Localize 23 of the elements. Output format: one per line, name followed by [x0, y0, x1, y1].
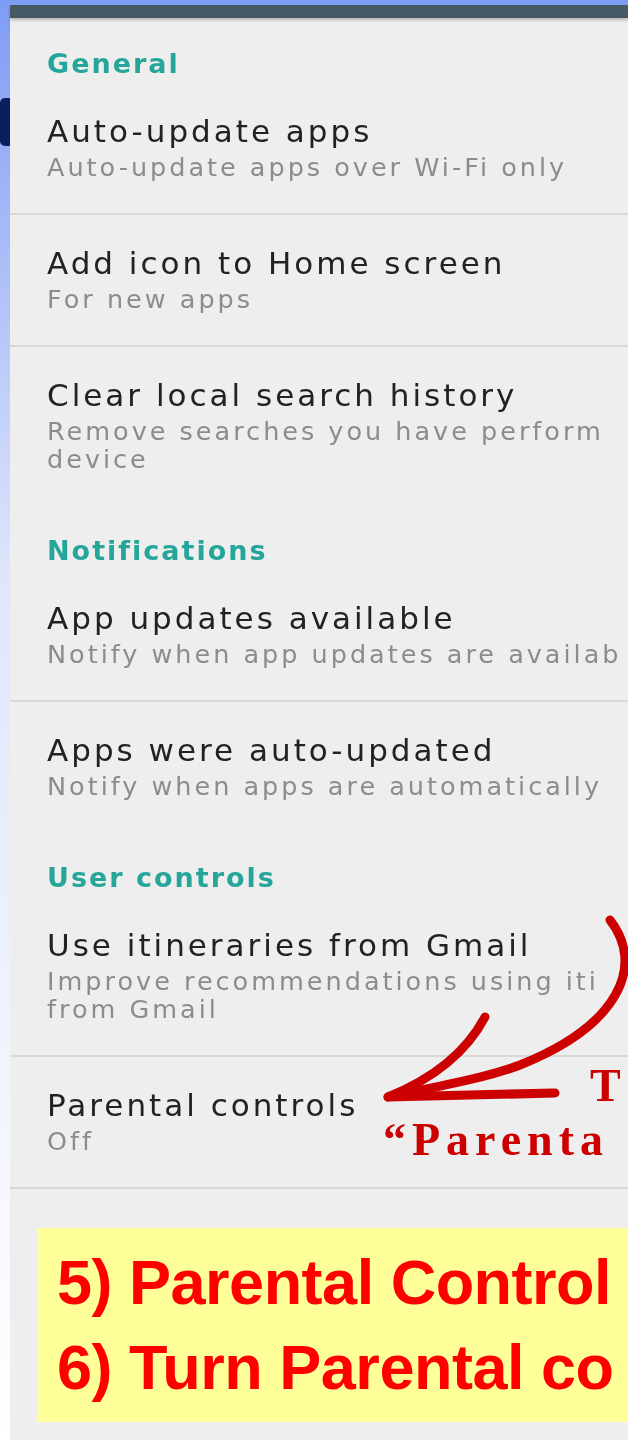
annotation-text: T — [590, 1062, 627, 1110]
setting-title[interactable]: Clear local search history — [47, 377, 518, 413]
caption-text: 6) Turn Parental co — [57, 1331, 614, 1404]
setting-summary: Auto-update apps over Wi-Fi only — [47, 153, 568, 181]
setting-summary: Remove searches you have perform — [47, 417, 604, 445]
setting-title[interactable]: Use itineraries from Gmail — [47, 927, 532, 963]
setting-summary: from Gmail — [47, 995, 219, 1023]
setting-summary: For new apps — [47, 285, 254, 313]
setting-summary: Notify when apps are automatically — [47, 772, 603, 800]
section-header: Notifications — [47, 535, 268, 567]
caption-text: 5) Parental Control — [57, 1246, 612, 1319]
setting-summary: Improve recommendations using iti — [47, 967, 599, 995]
section-header: General — [47, 48, 180, 80]
setting-title[interactable]: Auto-update apps — [47, 113, 373, 149]
setting-summary: device — [47, 445, 149, 473]
setting-title[interactable]: Parental controls — [47, 1087, 359, 1123]
setting-title[interactable]: Apps were auto-updated — [47, 732, 496, 768]
setting-summary: Notify when app updates are availab — [47, 640, 622, 668]
setting-title[interactable]: Add icon to Home screen — [47, 245, 506, 281]
setting-title[interactable]: App updates available — [47, 600, 456, 636]
annotation-text: “Parenta — [383, 1116, 609, 1164]
section-header: User controls — [47, 862, 276, 894]
setting-summary: Off — [47, 1127, 95, 1155]
